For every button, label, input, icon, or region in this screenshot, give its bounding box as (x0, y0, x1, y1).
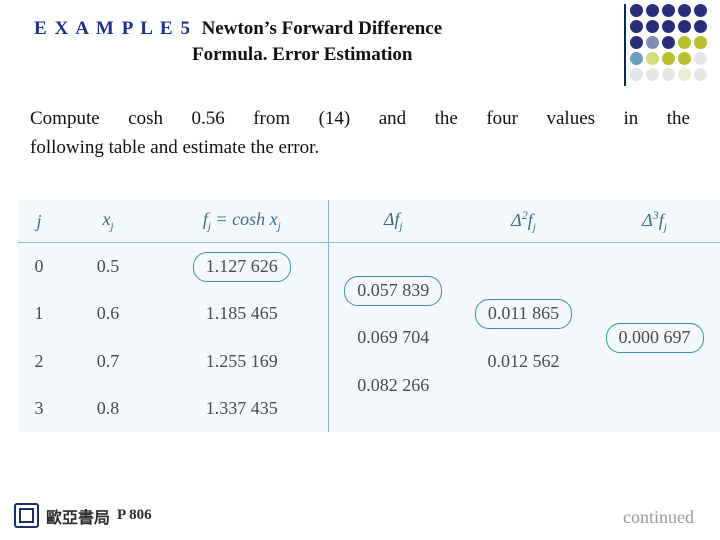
decorative-dot (694, 4, 707, 17)
decorative-dot (662, 52, 675, 65)
example-title-line2: Formula. Error Estimation (192, 43, 413, 65)
cell-x: 0.8 (96, 397, 120, 418)
cell-delta2 (458, 243, 589, 291)
cell-delta1-value: 0.082 266 (357, 374, 430, 395)
cell-delta1-value: 0.057 839 (344, 275, 443, 306)
cell-f-value: 1.127 626 (192, 251, 291, 282)
cell-delta2-value: 0.011 865 (474, 298, 573, 329)
header-xj: xj (60, 200, 156, 243)
decorative-dot (630, 20, 643, 33)
table-header-row: j xj fj = cosh xj Δfj Δ2fj Δ3fj (18, 200, 720, 243)
cell-f: 1.255 169 (156, 337, 329, 385)
decorative-dot (662, 20, 675, 33)
example-label: E X A M P L E 5 (34, 18, 192, 39)
decorative-dot (646, 4, 659, 17)
cell-f: 1.337 435 (156, 384, 329, 432)
header-vertical-rule (624, 4, 626, 86)
cell-delta2-value: 0.012 562 (487, 350, 560, 371)
decorative-dot (694, 52, 707, 65)
decorative-dot (662, 68, 675, 81)
cell-delta3 (589, 243, 720, 291)
cell-j: 0 (34, 256, 44, 277)
problem-statement-line1: Compute cosh 0.56 from (14) and the four… (30, 108, 690, 129)
header-delta-1: Δfj (328, 200, 458, 243)
decorative-dot (662, 4, 675, 17)
cell-delta3: 0.000 697 (589, 290, 720, 353)
header-fj: fj = cosh xj (156, 200, 329, 243)
decorative-dot-grid (630, 4, 716, 84)
problem-statement-line2: following table and estimate the error. (30, 137, 320, 159)
page-reference: P 806 (117, 507, 152, 523)
decorative-dot (646, 20, 659, 33)
cell-x: 0.6 (96, 303, 120, 324)
decorative-dot (678, 4, 691, 17)
cell-delta3 (589, 385, 720, 432)
publisher-name: 歐亞書局 (46, 509, 111, 527)
cell-f: 1.185 465 (156, 290, 329, 338)
example-header: E X A M P L E 5 Newton’s Forward Differe… (34, 16, 614, 67)
difference-table-grid: j xj fj = cosh xj Δfj Δ2fj Δ3fj 0 0.5 1.… (18, 200, 720, 432)
decorative-dot (694, 68, 707, 81)
cell-f: 1.127 626 (156, 242, 329, 291)
decorative-dot (678, 52, 691, 65)
decorative-dot (662, 36, 675, 49)
cell-delta2: 0.012 562 (458, 337, 589, 384)
cell-x: 0.5 (96, 256, 120, 277)
decorative-dot (630, 52, 643, 65)
decorative-dot (630, 68, 643, 81)
header-j: j (18, 200, 60, 243)
example-title-line: E X A M P L E 5 Newton’s Forward Differe… (34, 16, 614, 42)
cell-delta3-value: 0.000 697 (605, 322, 704, 353)
header-delta-3: Δ3fj (589, 200, 720, 243)
publisher-footer: 歐亞書局 P 806 (14, 503, 152, 528)
decorative-dot (646, 68, 659, 81)
decorative-dot (694, 36, 707, 49)
cell-delta1-value: 0.069 704 (357, 327, 430, 348)
decorative-dot (678, 36, 691, 49)
table-row: 0 0.5 1.127 626 0.057 839 (18, 242, 720, 306)
decorative-dot (630, 36, 643, 49)
continued-label: continued (623, 507, 694, 527)
difference-table: j xj fj = cosh xj Δfj Δ2fj Δ3fj 0 0.5 1.… (18, 200, 720, 432)
decorative-dot (694, 20, 707, 33)
cell-delta2 (458, 385, 589, 432)
decorative-dot (678, 20, 691, 33)
cell-j: 3 (34, 397, 44, 418)
decorative-dot (678, 68, 691, 81)
book-logo-icon (14, 503, 39, 528)
decorative-dot (646, 52, 659, 65)
cell-delta1: 0.057 839 (328, 243, 458, 306)
decorative-dot (646, 36, 659, 49)
problem-statement: Compute cosh 0.56 from (14) and the four… (30, 104, 690, 163)
cell-j: 2 (34, 350, 44, 371)
example-title-line1: Newton’s Forward Difference (201, 18, 443, 39)
cell-delta2: 0.011 865 (458, 290, 589, 337)
header-delta-2: Δ2fj (458, 200, 589, 243)
cell-x: 0.7 (96, 350, 120, 371)
decorative-dot (630, 4, 643, 17)
cell-j: 1 (34, 303, 44, 324)
